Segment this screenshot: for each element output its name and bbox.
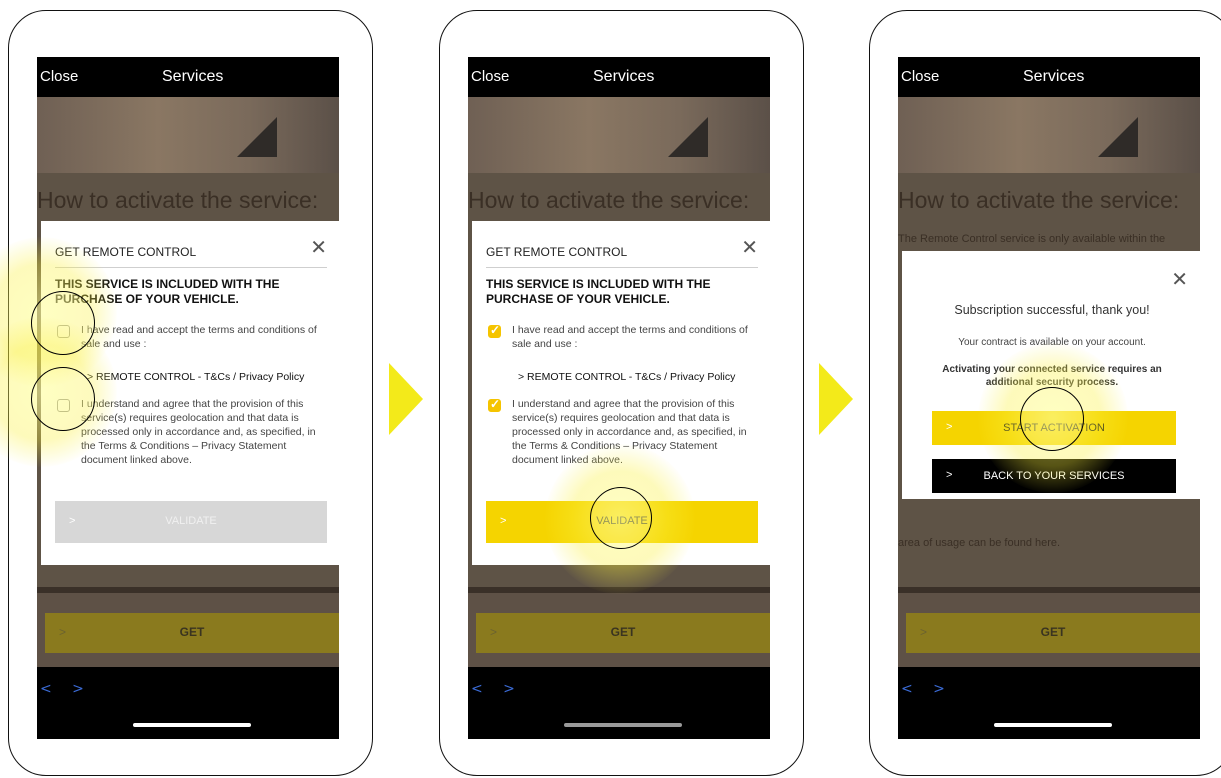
tablet-shape <box>668 117 708 157</box>
bottom-bar: < > <box>898 667 1200 739</box>
validate-label: VALIDATE <box>165 515 217 527</box>
close-button[interactable]: Close <box>471 68 509 85</box>
close-button[interactable]: Close <box>40 68 78 85</box>
tap-indicator-ring <box>1020 387 1084 451</box>
close-icon[interactable]: ✕ <box>1171 267 1188 292</box>
browser-nav-arrows[interactable]: < > <box>40 681 92 697</box>
success-message: Subscription successful, thank you! <box>954 303 1150 317</box>
activation-heading: How to activate the service: <box>37 187 319 213</box>
section-divider <box>37 587 339 593</box>
geolocation-checkbox-label: I understand and agree that the provisio… <box>81 398 316 466</box>
get-button[interactable]: > GET <box>45 613 339 653</box>
home-indicator <box>133 723 251 727</box>
top-bar: Close Services <box>468 57 770 97</box>
tap-indicator-ring <box>31 291 95 355</box>
dialog-title: GET REMOTE CONTROL <box>486 245 628 259</box>
usage-area-text: area of usage can be found here. <box>898 537 1061 549</box>
activation-heading: How to activate the service: <box>898 187 1180 213</box>
dialog-divider <box>486 267 758 268</box>
phone-frame-step-2: Close Services How to activate the servi… <box>439 10 804 776</box>
validate-button-disabled[interactable]: > VALIDATE <box>55 501 327 543</box>
tap-indicator-ring <box>31 367 95 431</box>
browser-nav-arrows[interactable]: < > <box>901 681 953 697</box>
browser-nav-arrows[interactable]: < > <box>471 681 523 697</box>
close-button[interactable]: Close <box>901 68 939 85</box>
bottom-bar: < > <box>468 667 770 739</box>
geolocation-checkbox-checked[interactable] <box>488 397 501 412</box>
phone-frame-step-3: Close Services How to activate the servi… <box>869 10 1221 776</box>
activation-heading: How to activate the service: <box>468 187 750 213</box>
page-title: Services <box>162 68 224 85</box>
step-arrow-icon <box>389 363 423 435</box>
home-indicator <box>994 723 1112 727</box>
get-button-label: GET <box>1040 625 1066 639</box>
hero-image <box>468 97 770 173</box>
top-bar: Close Services <box>898 57 1200 97</box>
terms-checkbox-label: I have read and accept the terms and con… <box>512 324 748 350</box>
section-divider <box>898 587 1200 593</box>
terms-checkbox-label: I have read and accept the terms and con… <box>81 324 317 350</box>
get-button-label: GET <box>179 625 205 639</box>
privacy-policy-link[interactable]: > REMOTE CONTROL - T&Cs / Privacy Policy <box>87 371 304 383</box>
top-bar: Close Services <box>37 57 339 97</box>
get-button[interactable]: > GET <box>906 613 1200 653</box>
close-icon[interactable]: ✕ <box>741 235 758 260</box>
privacy-policy-link[interactable]: > REMOTE CONTROL - T&Cs / Privacy Policy <box>518 371 735 383</box>
tablet-shape <box>237 117 277 157</box>
step-arrow-icon <box>819 363 853 435</box>
tap-indicator-ring <box>590 487 652 549</box>
page-title: Services <box>1023 68 1085 85</box>
get-button[interactable]: > GET <box>476 613 770 653</box>
get-button-label: GET <box>610 625 636 639</box>
page-title: Services <box>593 68 655 85</box>
hero-image <box>37 97 339 173</box>
bottom-bar: < > <box>37 667 339 739</box>
service-availability-text: The Remote Control service is only avail… <box>898 233 1166 245</box>
home-indicator <box>564 723 682 727</box>
close-icon[interactable]: ✕ <box>310 235 327 260</box>
app-screen: Close Services How to activate the servi… <box>468 57 770 739</box>
hero-image <box>898 97 1200 173</box>
tablet-shape <box>1098 117 1138 157</box>
phone-frame-step-1: Close Services How to activate the servi… <box>0 10 373 776</box>
terms-checkbox-checked[interactable] <box>488 323 501 338</box>
included-notice: THIS SERVICE IS INCLUDED WITH THE PURCHA… <box>486 277 711 306</box>
